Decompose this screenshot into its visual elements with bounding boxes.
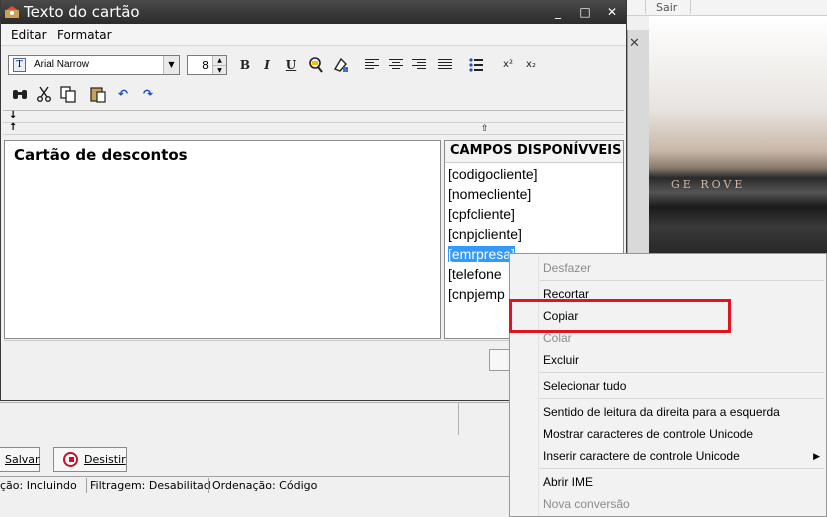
context-menu-item-label: Inserir caractere de controle Unicode (543, 449, 740, 463)
spin-up-icon[interactable]: ▲ (212, 56, 226, 65)
car-image (649, 16, 827, 261)
font-name-select[interactable]: T Arial Narrow ▼ (8, 55, 180, 75)
redo-icon[interactable]: ↷ (138, 84, 158, 104)
italic-button[interactable]: I (257, 55, 277, 75)
cancel-button[interactable]: Desistir (53, 447, 127, 472)
subscript-icon[interactable]: x₂ (521, 55, 541, 75)
menu-separator (540, 280, 824, 281)
status-filter: Filtragem: Desabilitad (90, 479, 211, 492)
panel-close-icon[interactable]: ✕ (629, 36, 640, 51)
font-color-icon[interactable] (306, 55, 326, 75)
car-badge: GE ROVE (671, 178, 746, 191)
context-menu-item-label: Excluir (543, 353, 580, 367)
field-item[interactable]: [codigocliente] (447, 164, 623, 184)
text-editor[interactable]: Cartão de descontos (4, 140, 441, 339)
context-menu: Desfazer Recortar Copiar Colar Excluir Seleci… (509, 253, 827, 517)
field-item-label: [codigocliente] (448, 166, 538, 182)
spin-down-icon[interactable]: ▼ (212, 65, 226, 74)
field-item[interactable]: [nomecliente] (447, 184, 623, 204)
status-divider (86, 478, 87, 493)
title-bar[interactable]: Texto do cartão _ □ ✕ (1, 0, 626, 24)
menu-edit[interactable]: Editar (11, 28, 47, 42)
save-button[interactable]: Salvar (0, 447, 40, 472)
font-size-stepper[interactable]: 8 ▲ ▼ (187, 55, 227, 75)
menu-bar: Editar Formatar (1, 24, 626, 46)
align-left-icon[interactable] (365, 59, 379, 70)
context-menu-item-label: Abrir IME (543, 475, 594, 489)
field-item[interactable]: [cpfcliente] (447, 204, 623, 224)
font-name-value: Arial Narrow (34, 59, 90, 70)
ruler: ↓ ↑ ⇧ (3, 110, 624, 135)
status-order: Ordenação: Código (212, 479, 318, 492)
bold-button[interactable]: B (235, 55, 255, 75)
context-menu-item[interactable]: Abrir IME (510, 471, 826, 493)
editor-content: Cartão de descontos (14, 146, 188, 164)
find-icon[interactable] (10, 84, 30, 104)
toolbar-separator (690, 0, 691, 14)
context-menu-item-label: Colar (543, 331, 572, 345)
paste-icon[interactable] (88, 84, 108, 104)
context-menu-item[interactable]: Desfazer (510, 257, 826, 279)
background-field (458, 403, 510, 435)
superscript-icon[interactable]: x² (498, 55, 518, 75)
copy-icon[interactable] (58, 84, 78, 104)
first-indent-icon[interactable]: ↓ (9, 110, 17, 121)
field-item-label: [nomecliente] (448, 186, 532, 202)
truetype-font-icon: T (13, 58, 26, 72)
context-menu-item[interactable]: Selecionar tudo (510, 375, 826, 397)
ruler-bottom: ↑ (3, 122, 624, 135)
right-indent-icon[interactable]: ⇧ (481, 124, 489, 134)
toolbar-separator (645, 0, 646, 14)
context-menu-item[interactable]: Inserir caractere de controle Unicode ▶ (510, 445, 826, 467)
close-icon[interactable]: ✕ (605, 5, 619, 19)
cancel-icon (63, 452, 78, 467)
highlight-annotation (509, 299, 731, 333)
exit-button[interactable]: Sair (656, 1, 677, 14)
field-item-label: [cnpjemp (448, 286, 505, 302)
cut-icon[interactable] (34, 84, 54, 104)
fields-header: CAMPOS DISPONÍVVEIS (445, 141, 623, 163)
undo-icon[interactable]: ↶ (113, 84, 133, 104)
field-item-label: [cnpjcliente] (448, 226, 522, 242)
menu-separator (540, 398, 824, 399)
maximize-icon[interactable]: □ (578, 5, 592, 19)
cancel-button-label: Desistir (84, 453, 126, 466)
bullet-list-icon[interactable] (466, 55, 486, 75)
context-menu-item[interactable]: Nova conversão (510, 493, 826, 515)
font-size-value: 8 (202, 59, 209, 72)
menu-separator (540, 468, 824, 469)
context-menu-item-label: Mostrar caracteres de controle Unicode (543, 427, 754, 441)
context-menu-item[interactable]: Excluir (510, 349, 826, 371)
chevron-down-icon[interactable]: ▼ (163, 56, 179, 74)
context-menu-item[interactable]: Sentido de leitura da direita para a esq… (510, 401, 826, 423)
field-item[interactable]: [cnpjcliente] (447, 224, 623, 244)
field-item-label: [cpfcliente] (448, 206, 515, 222)
justify-icon[interactable] (438, 59, 452, 70)
field-item-label: [emrpresa] (448, 246, 515, 262)
context-menu-item-label: Sentido de leitura da direita para a esq… (543, 405, 780, 419)
dialog-title: Texto do cartão (24, 3, 140, 21)
align-center-icon[interactable] (389, 59, 403, 70)
highlight-icon[interactable] (331, 55, 351, 75)
align-right-icon[interactable] (412, 59, 426, 70)
context-menu-item-label: Desfazer (543, 261, 592, 275)
field-item-label: [telefone (448, 266, 502, 282)
menu-format[interactable]: Formatar (57, 28, 112, 42)
context-menu-item-label: Selecionar tudo (543, 379, 627, 393)
context-menu-item-label: Nova conversão (543, 497, 630, 511)
menu-separator (540, 372, 824, 373)
ruler-top: ↓ (3, 110, 624, 123)
left-indent-icon[interactable]: ↑ (9, 122, 17, 133)
status-divider (208, 478, 209, 493)
app-icon (5, 6, 19, 18)
submenu-arrow-icon: ▶ (813, 451, 820, 461)
underline-button[interactable]: U (281, 55, 301, 75)
context-menu-item[interactable]: Mostrar caracteres de controle Unicode (510, 423, 826, 445)
status-mode: ção: Incluindo (0, 479, 77, 492)
minimize-icon[interactable]: _ (551, 5, 565, 19)
